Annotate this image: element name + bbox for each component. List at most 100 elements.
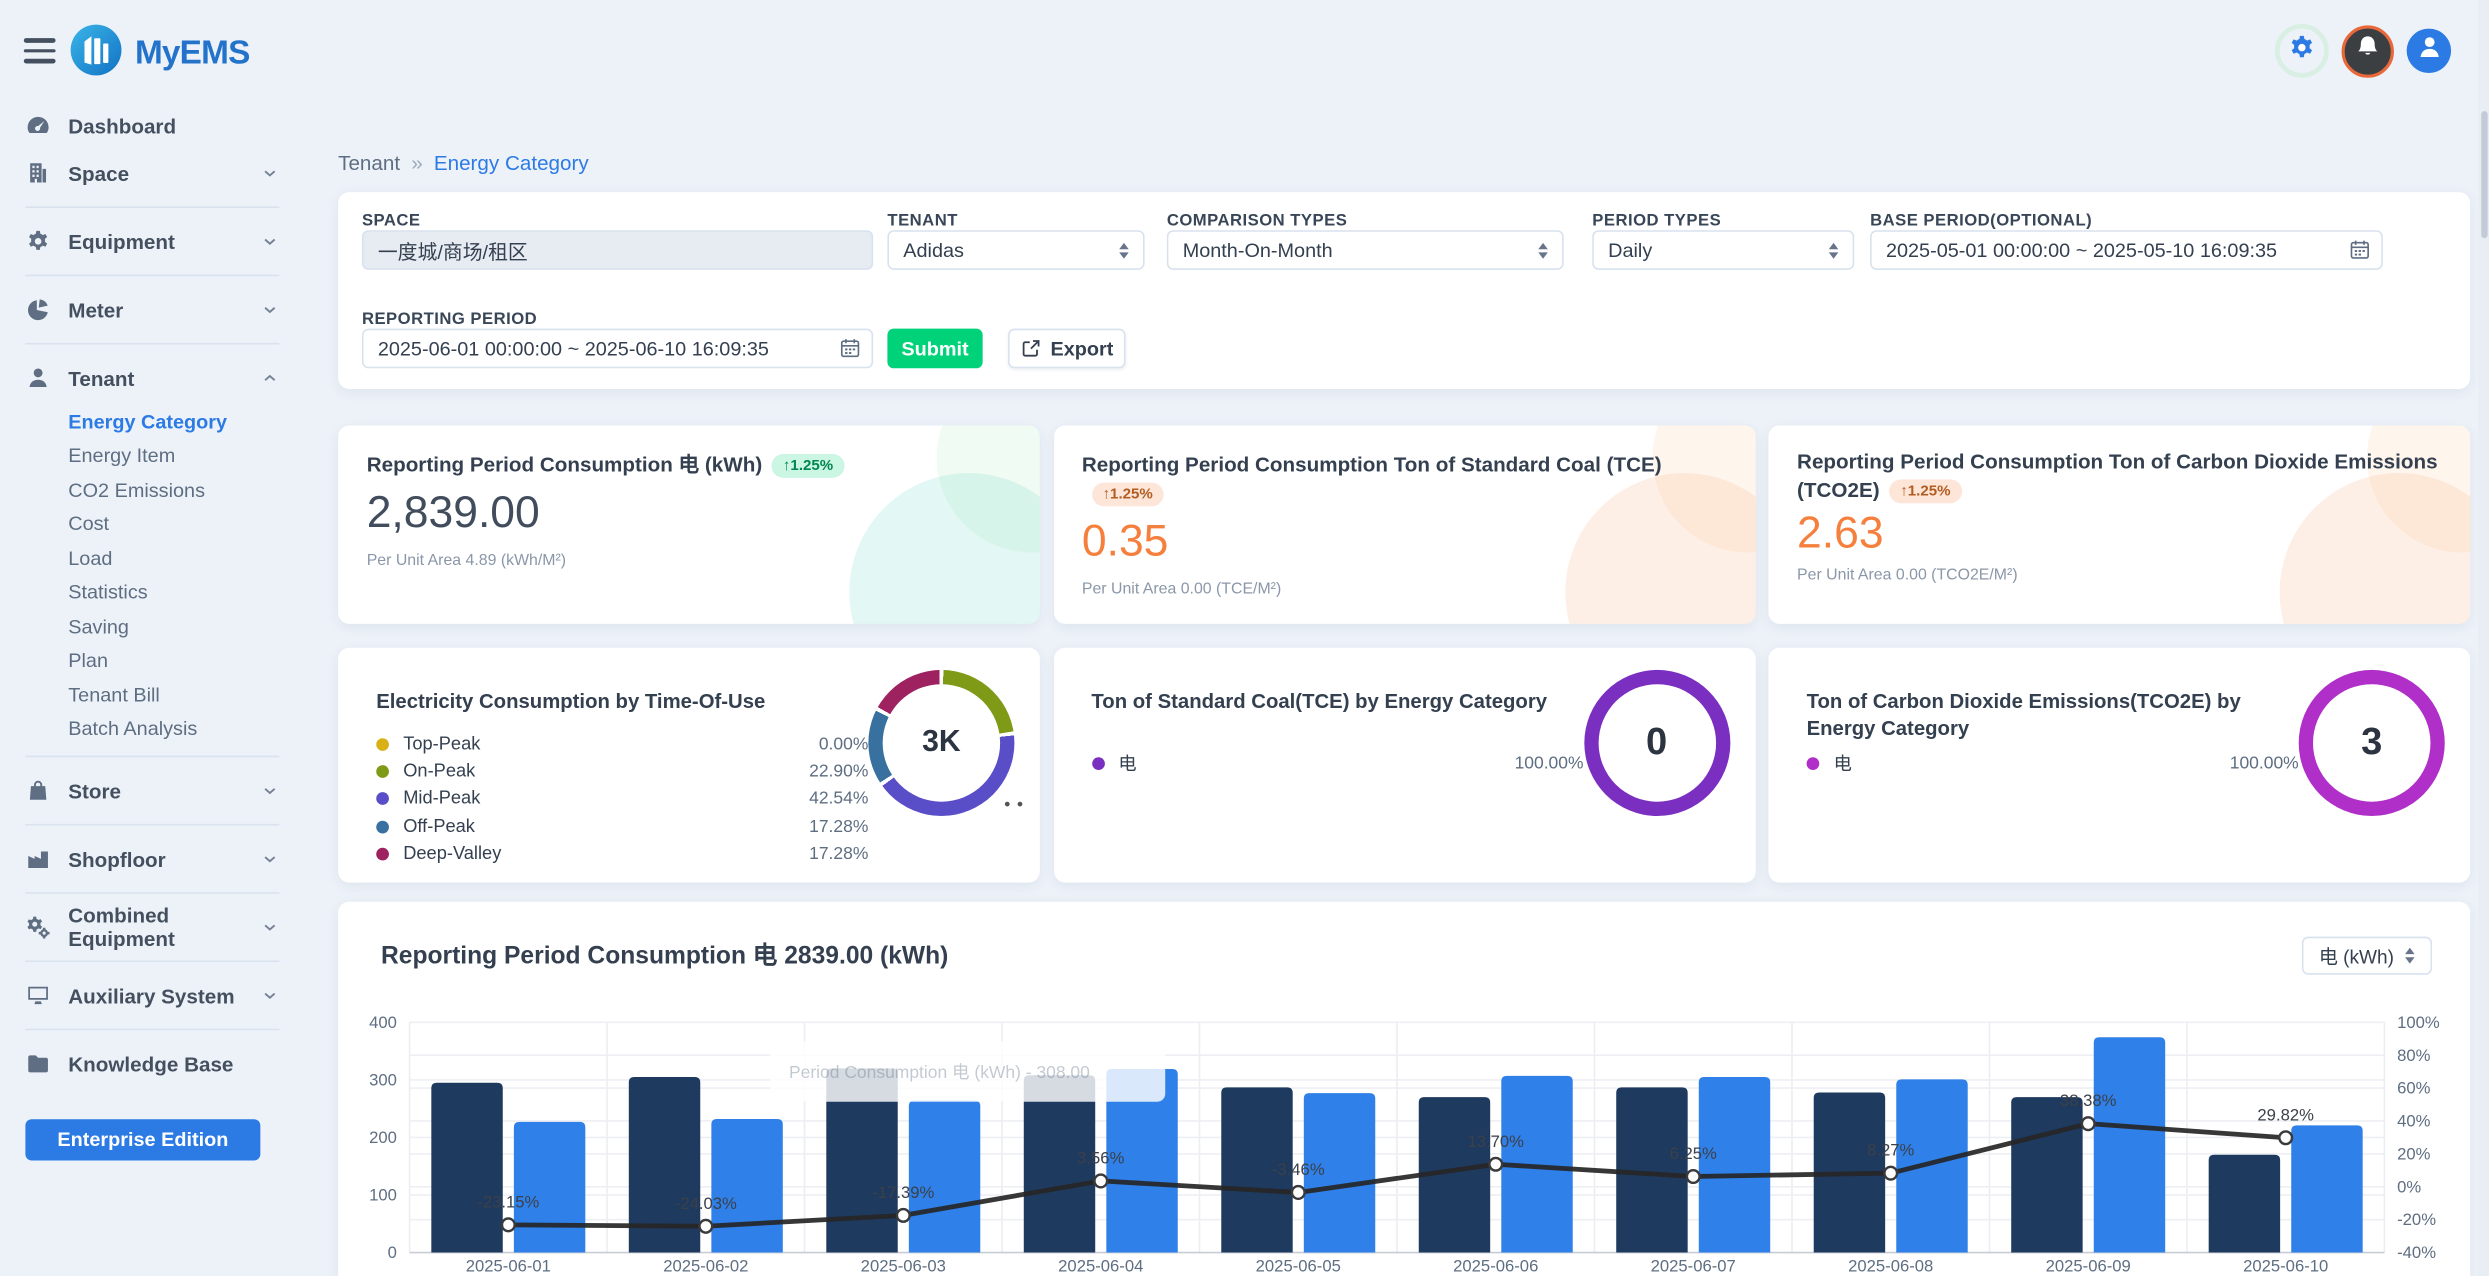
legend-label: 电 — [1834, 750, 1852, 775]
svg-text:38.38%: 38.38% — [2060, 1091, 2117, 1110]
sidebar-item-dashboard[interactable]: Dashboard — [25, 102, 279, 150]
sidebar-item-tenant[interactable]: Tenant — [25, 354, 279, 402]
sidebar-item-load[interactable]: Load — [68, 541, 279, 575]
card-title: Reporting Period Consumption Ton of Stan… — [1082, 452, 1662, 476]
legend-page-dots — [1005, 802, 1022, 807]
sidebar-item-cost[interactable]: Cost — [68, 507, 279, 541]
legend-item-mid-peak[interactable]: Mid-Peak42.54% — [376, 785, 868, 813]
sidebar-divider — [25, 343, 279, 345]
sidebar-item-combined-equipment[interactable]: Combined Equipment — [25, 903, 279, 951]
sidebar-item-meter[interactable]: Meter — [25, 286, 279, 334]
scrollbar-thumb[interactable] — [2480, 111, 2487, 238]
period-types-select[interactable]: Daily — [1592, 230, 1854, 270]
shopfloor-icon — [25, 846, 52, 871]
sidebar-divider — [25, 824, 279, 826]
sidebar-item-statistics[interactable]: Statistics — [68, 575, 279, 609]
tco2e-donut-chart: 3 — [2299, 670, 2445, 816]
chevron-down-icon — [260, 232, 279, 251]
legend-label: Top-Peak — [403, 735, 480, 754]
sidebar-item-label: Equipment — [68, 229, 175, 253]
sidebar-item-energy-item[interactable]: Energy Item — [68, 439, 279, 473]
svg-text:-17.39%: -17.39% — [872, 1183, 934, 1202]
legend-label: Deep-Valley — [403, 845, 501, 864]
submit-button[interactable]: Submit — [887, 329, 982, 369]
app-title: MyEMS — [135, 35, 250, 73]
user-icon — [2415, 33, 2442, 68]
gear-icon — [2288, 33, 2317, 70]
sidebar-divider — [25, 960, 279, 962]
enterprise-edition-button[interactable]: Enterprise Edition — [25, 1119, 260, 1160]
svg-text:2025-06-08: 2025-06-08 — [1848, 1257, 1933, 1276]
period-types-label: PERIOD TYPES — [1592, 211, 1721, 230]
app-logo[interactable]: MyEMS — [70, 24, 250, 84]
tenant-icon — [25, 365, 52, 390]
breadcrumb-energy-category[interactable]: Energy Category — [434, 151, 589, 175]
base-period-input[interactable] — [1870, 230, 2383, 270]
combined-equipment-icon — [25, 914, 52, 939]
tco2e-legend: 电100.00% — [1807, 749, 2299, 777]
sidebar-item-store[interactable]: Store — [25, 767, 279, 815]
sidebar-item-co2-emissions[interactable]: CO2 Emissions — [68, 473, 279, 507]
select-arrows-icon — [1119, 242, 1129, 258]
knowledge-base-icon — [25, 1051, 52, 1076]
legend-item-[interactable]: 电100.00% — [1091, 749, 1583, 777]
chevron-down-icon — [260, 986, 279, 1005]
user-avatar[interactable] — [2407, 29, 2451, 73]
legend-label: Off-Peak — [403, 817, 475, 836]
equipment-icon — [25, 229, 52, 254]
legend-item-[interactable]: 电100.00% — [1807, 749, 2299, 777]
sidebar-item-energy-category[interactable]: Energy Category — [68, 405, 279, 439]
sidebar-item-batch-analysis[interactable]: Batch Analysis — [68, 712, 279, 746]
hamburger-menu-icon[interactable] — [24, 38, 56, 63]
sidebar-item-label: Shopfloor — [68, 847, 165, 871]
sidebar: DashboardSpaceEquipmentMeterTenantEnergy… — [0, 95, 305, 1276]
sidebar-item-knowledge-base[interactable]: Knowledge Base — [25, 1040, 279, 1088]
svg-text:2025-06-05: 2025-06-05 — [1256, 1257, 1341, 1276]
calendar-icon[interactable] — [838, 337, 863, 362]
per-unit-area-note: Per Unit Area 0.00 (TCO2E/M²) — [1797, 567, 2442, 584]
svg-text:2025-06-06: 2025-06-06 — [1453, 1257, 1538, 1276]
sidebar-item-shopfloor[interactable]: Shopfloor — [25, 835, 279, 883]
export-button[interactable]: Export — [1008, 329, 1125, 369]
svg-text:-23.15%: -23.15% — [477, 1192, 539, 1211]
tou-legend: Top-Peak0.00%On-Peak22.90%Mid-Peak42.54%… — [376, 730, 868, 868]
sidebar-item-plan[interactable]: Plan — [68, 644, 279, 678]
settings-button[interactable] — [2275, 24, 2329, 78]
svg-text:200: 200 — [369, 1128, 397, 1147]
space-input[interactable] — [362, 230, 873, 270]
legend-item-off-peak[interactable]: Off-Peak17.28% — [376, 813, 868, 841]
myems-logo-icon — [70, 24, 122, 84]
topbar: MyEMS — [0, 0, 2489, 95]
notifications-button[interactable] — [2342, 25, 2394, 77]
legend-item-on-peak[interactable]: On-Peak22.90% — [376, 758, 868, 786]
comparison-types-label: COMPARISON TYPES — [1167, 211, 1348, 230]
legend-item-deep-valley[interactable]: Deep-Valley17.28% — [376, 841, 868, 869]
card-title: Ton of Carbon Dioxide Emissions(TCO2E) b… — [1807, 689, 2283, 742]
meter-icon — [25, 297, 52, 322]
sidebar-item-tenant-bill[interactable]: Tenant Bill — [68, 678, 279, 712]
tenant-label: TENANT — [887, 211, 957, 230]
period-select-value: Daily — [1608, 239, 1652, 261]
change-badge: ↑1.25% — [772, 454, 845, 478]
sidebar-item-space[interactable]: Space — [25, 149, 279, 197]
svg-text:3.56%: 3.56% — [1077, 1148, 1124, 1167]
sidebar-item-equipment[interactable]: Equipment — [25, 217, 279, 265]
sidebar-item-auxiliary-system[interactable]: Auxiliary System — [25, 972, 279, 1020]
chevron-down-icon — [260, 164, 279, 183]
breadcrumb-tenant[interactable]: Tenant — [338, 151, 400, 175]
sidebar-item-saving[interactable]: Saving — [68, 610, 279, 644]
sidebar-divider — [25, 892, 279, 894]
svg-text:-3.46%: -3.46% — [1272, 1160, 1325, 1179]
legend-item-top-peak[interactable]: Top-Peak0.00% — [376, 730, 868, 758]
svg-text:-20%: -20% — [2397, 1210, 2436, 1229]
comparison-types-select[interactable]: Month-On-Month — [1167, 230, 1564, 270]
tce-donut-card: Ton of Standard Coal(TCE) by Energy Cate… — [1053, 648, 1755, 883]
svg-text:-24.03%: -24.03% — [675, 1194, 737, 1213]
tenant-select[interactable]: Adidas — [887, 230, 1144, 270]
app-window: MyEMS DashboardSpace Equipment Meter Tenant… — [0, 0, 2489, 1276]
chevron-down-icon — [260, 300, 279, 319]
auxiliary-system-icon — [25, 983, 52, 1008]
reporting-period-input[interactable] — [362, 329, 873, 369]
legend-dot — [376, 848, 389, 861]
calendar-icon[interactable] — [2348, 238, 2373, 263]
